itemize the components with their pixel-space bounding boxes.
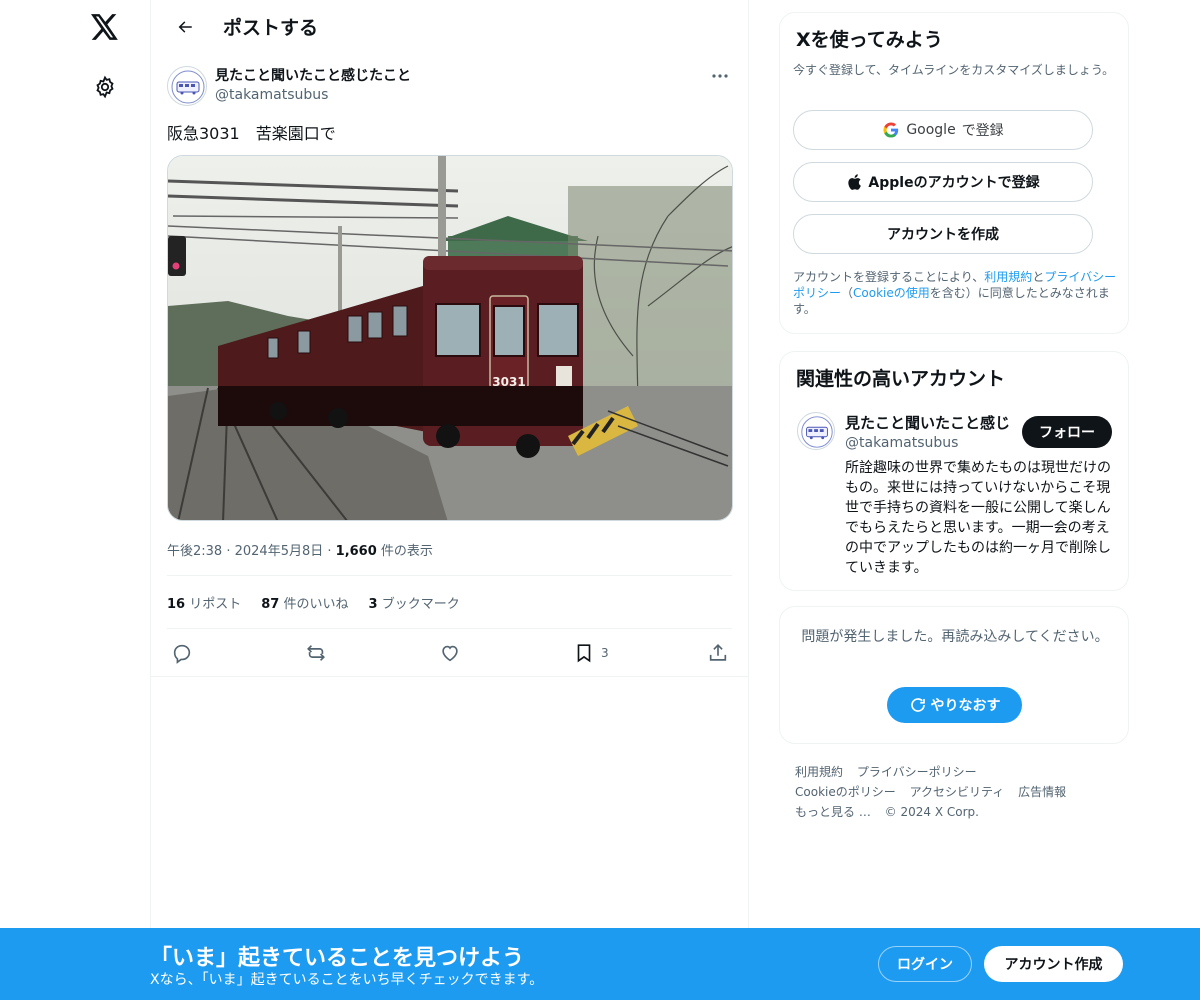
share-button[interactable]	[707, 640, 729, 666]
cookie-link[interactable]: Cookieの使用	[853, 286, 930, 300]
related-account-name[interactable]: 見たこと聞いたこと感じ	[845, 412, 1010, 433]
post-time[interactable]: 午後2:38	[167, 544, 222, 559]
reply-icon	[173, 644, 191, 664]
bookmarks-stat[interactable]: 3 ブックマーク	[369, 593, 460, 612]
bookmark-icon	[577, 644, 591, 663]
error-message: 問題が発生しました。再読み込みしてください。	[801, 629, 1109, 645]
post-text: 阪急3031 苦楽園口で	[167, 124, 336, 143]
avatar[interactable]	[797, 412, 835, 450]
banner-title: 「いま」起きていることを見つけよう	[150, 946, 525, 971]
footer-link-accessibility[interactable]: アクセシビリティ	[910, 785, 1005, 799]
post-actions: 3	[167, 640, 732, 666]
reposts-label: リポスト	[189, 597, 242, 612]
bookmarks-count: 3	[368, 597, 378, 612]
related-title: 関連性の高いアカウント	[796, 368, 1006, 390]
x-logo-icon[interactable]	[89, 11, 121, 43]
follow-button[interactable]: フォロー	[1022, 416, 1112, 448]
back-arrow-icon	[178, 20, 192, 33]
footer-copyright: © 2024 X Corp.	[884, 805, 979, 819]
footer-links: 利用規約 プライバシーポリシー Cookieのポリシー アクセシビリティ 広告情…	[795, 762, 1115, 822]
gear-icon[interactable]	[89, 71, 121, 103]
reply-button[interactable]	[171, 640, 193, 666]
legal-text-part: アカウントを登録することにより、	[793, 270, 985, 284]
login-banner: 「いま」起きていることを見つけよう Xなら、「いま」起きていることをいち早くチェ…	[0, 928, 1200, 1000]
signup-button[interactable]: アカウント作成	[984, 946, 1123, 982]
page-title: ポストする	[223, 17, 319, 39]
error-card: 問題が発生しました。再読み込みしてください。 やりなおす	[779, 606, 1129, 744]
divider	[167, 628, 732, 629]
create-account-label: アカウントを作成	[887, 227, 999, 243]
likes-stat[interactable]: 87 件のいいね	[261, 593, 348, 612]
post-image[interactable]: 3031	[167, 155, 733, 521]
share-icon	[709, 644, 727, 661]
google-icon	[883, 122, 899, 138]
legal-text-part: （	[841, 286, 854, 300]
top-bar: ポストする	[151, 0, 748, 53]
footer-link-privacy[interactable]: プライバシーポリシー	[857, 765, 977, 779]
google-brand-label: Google	[906, 122, 956, 138]
left-nav	[0, 0, 150, 1000]
footer-link-cookie[interactable]: Cookieのポリシー	[795, 785, 896, 799]
more-icon	[712, 74, 728, 78]
apple-icon	[848, 174, 862, 190]
apple-signup-button[interactable]: Appleのアカウントで登録	[793, 162, 1093, 202]
meta-separator: ·	[226, 544, 235, 559]
google-signup-button[interactable]: Google で登録	[793, 110, 1093, 150]
signup-description: 今すぐ登録して、タイムラインをカスタマイズしましょう。	[793, 63, 1115, 77]
bookmark-button[interactable]: 3	[573, 640, 609, 666]
post-meta: 午後2:38 · 2024年5月8日 · 1,660 件の表示	[167, 540, 433, 559]
terms-link[interactable]: 利用規約	[984, 270, 1032, 284]
retry-button[interactable]: やりなおす	[887, 687, 1022, 723]
repost-button[interactable]	[305, 640, 327, 666]
legal-text: アカウントを登録することにより、利用規約とプライバシーポリシー（Cookieの使…	[793, 269, 1118, 317]
views-label: 件の表示	[380, 544, 433, 559]
signup-title: Xを使ってみよう	[796, 29, 943, 51]
more-options-button[interactable]	[708, 66, 732, 86]
avatar[interactable]	[167, 66, 207, 106]
bookmark-count: 3	[601, 646, 609, 660]
legal-text-part: と	[1032, 270, 1045, 284]
bookmarks-label: ブックマーク	[381, 597, 460, 612]
related-accounts-card: 関連性の高いアカウント 見たこと聞いたこと感じ @takamatsubus フォ…	[779, 351, 1129, 591]
refresh-icon	[910, 698, 925, 712]
author-handle[interactable]: @takamatsubus	[215, 87, 328, 103]
divider	[167, 575, 732, 576]
repost-icon	[307, 645, 325, 661]
post-stats: 16 リポスト 87 件のいいね 3 ブックマーク	[167, 593, 460, 612]
post-date[interactable]: 2024年5月8日	[235, 544, 324, 559]
main-column: ポストする 見たこと聞いたこと感じたこと @takamatsubus 阪急303…	[150, 0, 749, 1000]
retry-label: やりなおす	[930, 698, 1001, 714]
apple-signup-label: Appleのアカウントで登録	[868, 175, 1040, 191]
divider	[151, 676, 748, 677]
footer-link-terms[interactable]: 利用規約	[795, 765, 843, 779]
footer-link-more[interactable]: もっと見る …	[795, 805, 871, 819]
heart-icon	[442, 645, 458, 662]
footer-link-ads[interactable]: 広告情報	[1018, 785, 1066, 799]
reposts-stat[interactable]: 16 リポスト	[167, 593, 241, 612]
related-account-bio: 所詮趣味の世界で集めたものは現世だけのもの。来世には持っていけないからこそ現世で…	[845, 460, 1111, 576]
login-button[interactable]: ログイン	[878, 946, 972, 982]
related-account-handle[interactable]: @takamatsubus	[845, 435, 958, 451]
create-account-button[interactable]: アカウントを作成	[793, 214, 1093, 254]
author-name[interactable]: 見たこと聞いたこと感じたこと	[215, 65, 411, 85]
signup-card: Xを使ってみよう 今すぐ登録して、タイムラインをカスタマイズしましょう。 Goo…	[779, 12, 1129, 334]
views-count: 1,660	[335, 544, 377, 559]
meta-separator: ·	[327, 544, 336, 559]
likes-count: 87	[261, 597, 280, 612]
post-header: 見たこと聞いたこと感じたこと @takamatsubus	[167, 64, 732, 108]
likes-label: 件のいいね	[283, 597, 349, 612]
google-signup-label: で登録	[961, 123, 1004, 139]
like-button[interactable]	[439, 640, 461, 666]
banner-subtitle: Xなら、「いま」起きていることをいち早くチェックできます。	[150, 972, 544, 988]
back-button[interactable]	[159, 9, 211, 45]
reposts-count: 16	[167, 597, 186, 612]
